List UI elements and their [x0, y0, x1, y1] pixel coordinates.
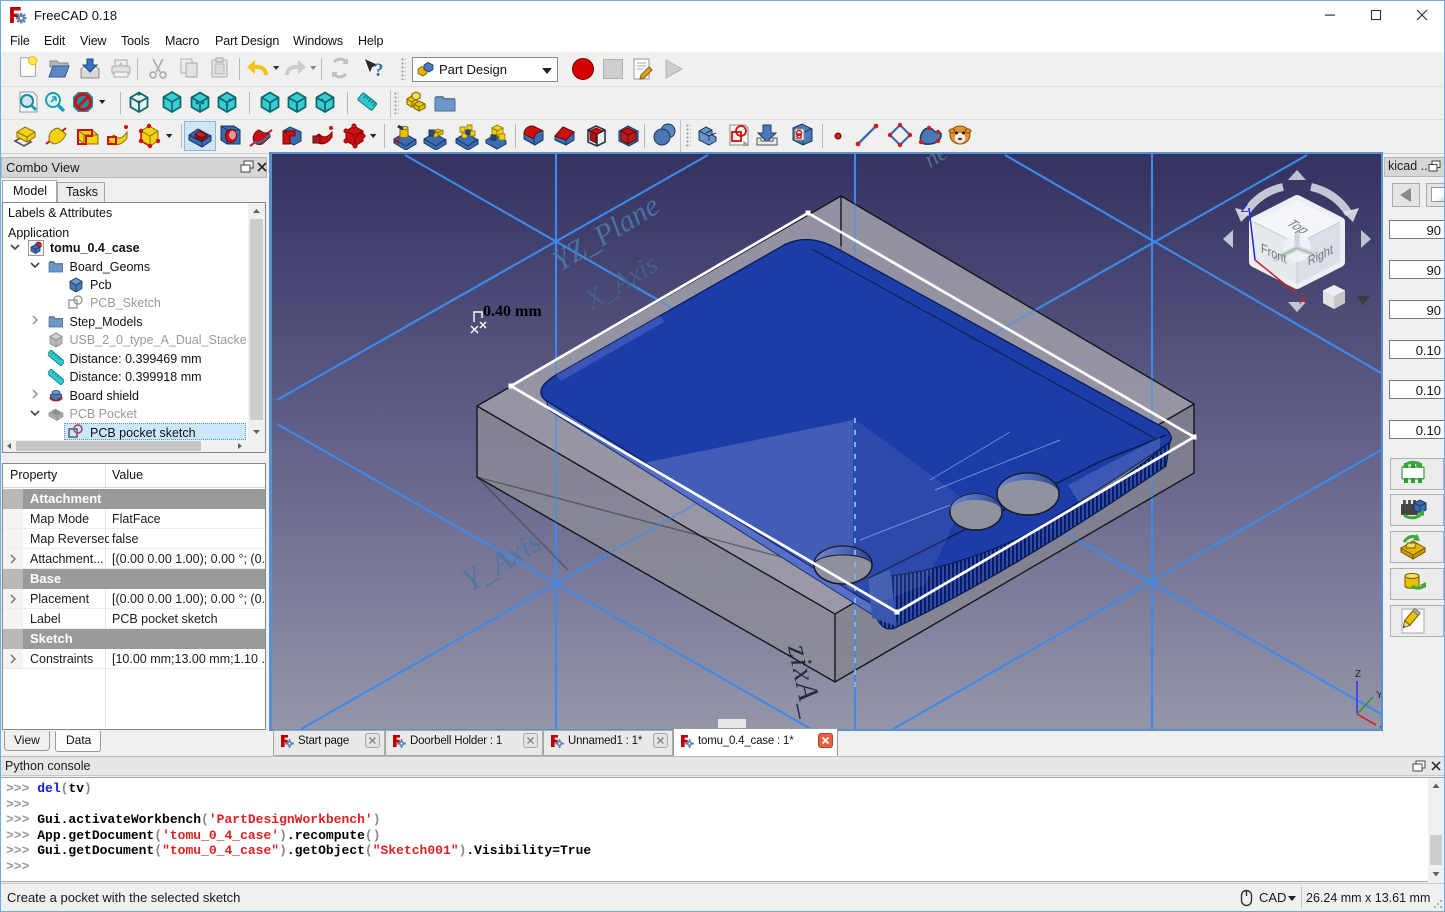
- svg-text:?: ?: [374, 60, 384, 80]
- svg-text:Z: Z: [1355, 669, 1361, 680]
- svg-text:X: X: [1299, 293, 1307, 307]
- svg-text:X: X: [1379, 725, 1381, 729]
- svg-text:0.40 mm: 0.40 mm: [483, 303, 542, 320]
- svg-text:Y: Y: [1376, 690, 1381, 701]
- svg-text:Z: Z: [1241, 201, 1248, 215]
